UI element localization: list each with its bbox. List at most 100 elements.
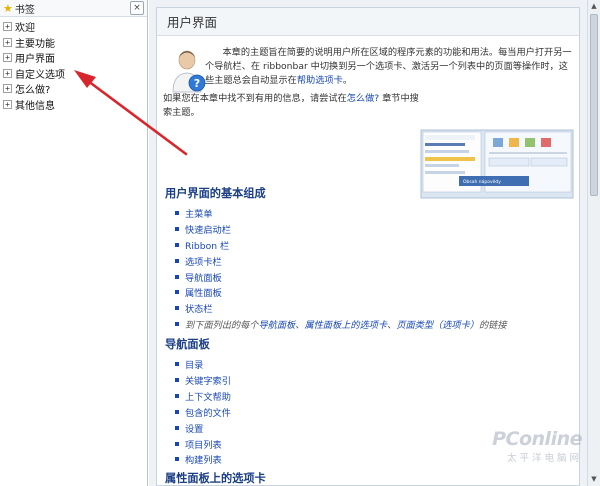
bullet-icon <box>175 441 179 446</box>
page-title: 用户界面 <box>167 15 218 30</box>
bookmark-item-user-interface[interactable]: + 用户界面 <box>0 50 147 66</box>
bookmark-item-customization[interactable]: + 自定义选项 <box>0 66 147 82</box>
how-to-link[interactable]: 怎么做? <box>347 93 379 104</box>
user-help-icon: ? <box>172 50 206 93</box>
bookmarks-header: ★ 书签 × <box>0 0 147 17</box>
bookmark-label[interactable]: 自定义选项 <box>15 66 65 81</box>
bullet-icon <box>175 393 179 398</box>
context-help-link[interactable]: 上下文帮助 <box>185 389 231 403</box>
thumbnail-caption: Obsah nápovědy <box>463 178 501 185</box>
star-icon: ★ <box>3 1 13 15</box>
bullet-icon <box>175 457 179 462</box>
bullet-icon <box>175 377 179 382</box>
bullet-icon <box>175 274 179 279</box>
properties-tabs-section: 属性面板上的选项卡 <box>157 471 579 486</box>
props-tabs-note-link[interactable]: 属性面板上的选项卡 <box>304 320 387 331</box>
intro-paragraph-2: 如果您在本章中找不到有用的信息，请尝试在怎么做? 章节中搜索主题。 <box>163 92 419 120</box>
page-types-note-link[interactable]: 页面类型（选项卡） <box>396 320 479 331</box>
bookmark-label[interactable]: 其他信息 <box>15 97 55 112</box>
intro2-text-1: 如果您在本章中找不到有用的信息，请尝试在 <box>163 93 347 104</box>
status-bar-link[interactable]: 状态栏 <box>185 301 213 315</box>
bookmarks-panel: ★ 书签 × + 欢迎 + 主要功能 + 用户界面 + 自定义选项 + 怎么做?… <box>0 0 148 486</box>
page-title-bar: 用户界面 <box>157 8 579 36</box>
bookmark-label[interactable]: 用户界面 <box>15 50 55 65</box>
list-item[interactable]: 关键字索引 <box>175 372 579 388</box>
pconline-watermark: PConline 太平洋电脑网 <box>492 428 582 464</box>
bookmark-item-main-features[interactable]: + 主要功能 <box>0 35 147 51</box>
keyword-index-link[interactable]: 关键字索引 <box>185 373 231 387</box>
list-item[interactable]: 属性面板 <box>175 284 579 300</box>
note-text-1: 到下面列出的每个 <box>185 320 259 332</box>
scrollbar-thumb[interactable] <box>590 14 598 196</box>
list-item[interactable]: 上下文帮助 <box>175 388 579 404</box>
main-menu-link[interactable]: 主菜单 <box>185 206 213 220</box>
watermark-subtitle: 太平洋电脑网 <box>506 453 582 464</box>
bookmark-tree: + 欢迎 + 主要功能 + 用户界面 + 自定义选项 + 怎么做? + 其他信息 <box>0 17 147 112</box>
scroll-up-icon[interactable]: ▲ <box>588 0 600 13</box>
bullet-icon <box>175 306 179 311</box>
properties-panel-link[interactable]: 属性面板 <box>185 285 222 299</box>
build-list-link[interactable]: 构建列表 <box>185 452 222 466</box>
intro-paragraph: 本章的主题旨在简要的说明用户所在区域的程序元素的功能和用法。每当用户打开另一个导… <box>205 46 575 88</box>
expand-icon[interactable]: + <box>3 84 12 94</box>
intro-text-1: 本章的主题旨在简要的说明用户所在区域的程序元素的功能和用法。每当用户打开另一个导… <box>205 47 572 86</box>
note-text-4: 的链接 <box>479 320 507 332</box>
bullet-icon <box>175 362 179 367</box>
watermark-logo: PConline <box>492 428 582 450</box>
bookmarks-title: 书签 <box>14 4 35 16</box>
navigation-panel-heading: 导航面板 <box>165 338 210 352</box>
help-tab-link[interactable]: 帮助选项卡 <box>297 75 343 86</box>
bullet-icon <box>175 322 179 327</box>
list-item[interactable]: Ribbon 栏 <box>175 237 579 253</box>
bullet-icon <box>175 290 179 295</box>
quick-launch-link[interactable]: 快速启动栏 <box>185 222 231 236</box>
included-files-link[interactable]: 包含的文件 <box>185 405 231 419</box>
bullet-icon <box>175 210 179 215</box>
close-panel-button[interactable]: × <box>130 1 144 15</box>
ui-screenshot-thumbnail: Obsah nápovědy <box>420 129 574 199</box>
bookmark-label[interactable]: 主要功能 <box>15 35 55 50</box>
bookmark-item-how-to[interactable]: + 怎么做? <box>0 81 147 97</box>
bookmark-label[interactable]: 怎么做? <box>15 81 50 96</box>
list-item[interactable]: 快速启动栏 <box>175 221 579 237</box>
expand-icon[interactable]: + <box>3 37 12 47</box>
nav-panel-note-link[interactable]: 导航面板 <box>259 320 296 331</box>
basic-components-list: 主菜单 快速启动栏 Ribbon 栏 选项卡栏 导航面板 属性面板 状态栏 到下… <box>165 205 579 332</box>
help-page: 用户界面 ? 本章的主题旨在简要的说明用户所在区域的程序元素的功能和用法。每当用… <box>156 7 580 486</box>
expand-icon[interactable]: + <box>3 53 12 63</box>
intro-text-2: 。 <box>342 75 352 86</box>
list-item[interactable]: 主菜单 <box>175 205 579 221</box>
expand-icon[interactable]: + <box>3 99 12 109</box>
properties-tabs-heading: 属性面板上的选项卡 <box>165 472 266 486</box>
basic-components-section: 用户界面的基本组成 主菜单 快速启动栏 Ribbon 栏 选项卡栏 导航面板 属… <box>157 186 579 332</box>
list-item[interactable]: 目录 <box>175 356 579 372</box>
links-note: 到下面列出的每个导航面板、属性面板上的选项卡、页面类型（选项卡）的链接 <box>185 317 507 331</box>
help-content-area: 用户界面 ? 本章的主题旨在简要的说明用户所在区域的程序元素的功能和用法。每当用… <box>149 0 600 486</box>
bookmark-item-other-info[interactable]: + 其他信息 <box>0 97 147 113</box>
bullet-icon <box>175 242 179 247</box>
list-item[interactable]: 包含的文件 <box>175 404 579 420</box>
note-text-3: 、 <box>387 320 397 332</box>
bullet-icon <box>175 425 179 430</box>
expand-icon[interactable]: + <box>3 22 12 32</box>
list-item[interactable]: 状态栏 <box>175 300 579 316</box>
tab-bar-link[interactable]: 选项卡栏 <box>185 254 222 268</box>
expand-icon[interactable]: + <box>3 68 12 78</box>
project-list-link[interactable]: 项目列表 <box>185 437 222 451</box>
bullet-icon <box>175 258 179 263</box>
contents-link[interactable]: 目录 <box>185 357 203 371</box>
navigation-panel-link[interactable]: 导航面板 <box>185 270 222 284</box>
bookmark-label[interactable]: 欢迎 <box>15 19 35 34</box>
scroll-down-icon[interactable]: ▼ <box>588 473 600 486</box>
ribbon-bar-link[interactable]: Ribbon 栏 <box>185 238 229 252</box>
bookmark-item-welcome[interactable]: + 欢迎 <box>0 19 147 35</box>
list-item[interactable]: 选项卡栏 <box>175 253 579 269</box>
vertical-scrollbar[interactable]: ▲ ▼ <box>587 0 600 486</box>
intro-section: ? 本章的主题旨在简要的说明用户所在区域的程序元素的功能和用法。每当用户打开另一… <box>157 36 579 199</box>
bullet-icon <box>175 226 179 231</box>
list-item[interactable]: 导航面板 <box>175 269 579 285</box>
list-item: 到下面列出的每个导航面板、属性面板上的选项卡、页面类型（选项卡）的链接 <box>175 316 579 332</box>
bullet-icon <box>175 409 179 414</box>
svg-text:?: ? <box>194 77 200 90</box>
settings-link[interactable]: 设置 <box>185 421 203 435</box>
